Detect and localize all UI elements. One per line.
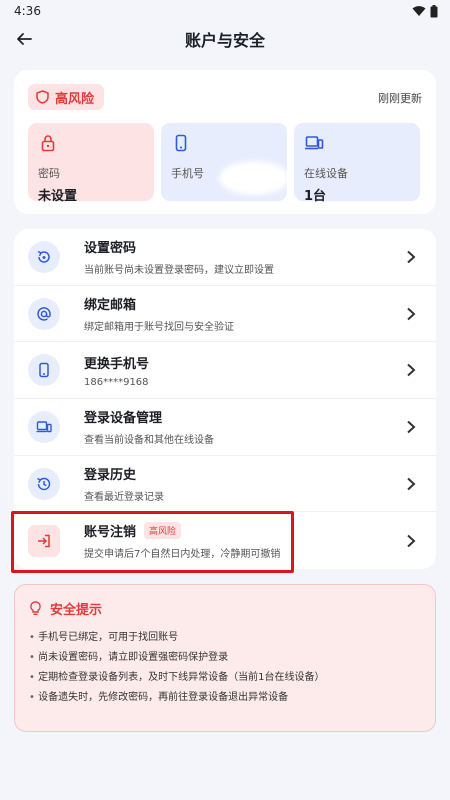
at-sign-icon <box>28 297 60 330</box>
wifi-icon <box>412 6 426 16</box>
menu-item-subtitle: 绑定邮箱用于账号找回与安全验证 <box>84 322 234 334</box>
history-icon <box>28 467 60 500</box>
tip-item: 尚未设置密码，请立即设置强密码保护登录 <box>29 648 421 668</box>
menu-item-subtitle: 查看当前设备和其他在线设备 <box>84 435 214 447</box>
risk-level-badge: 高风险 <box>28 84 105 110</box>
tip-item: 手机号已绑定，可用于找回账号 <box>29 628 421 648</box>
arrow-left-icon <box>17 33 32 45</box>
page-title: 账户与安全 <box>184 31 265 50</box>
menu-item-login-devices[interactable]: 登录设备管理 查看当前设备和其他在线设备 <box>14 399 436 456</box>
menu-item-delete-account[interactable]: 账号注销 高风险 提交申请后7个自然日内处理，冷静期可撤销 <box>14 512 436 569</box>
chevron-right-icon <box>407 477 416 490</box>
phone-icon <box>28 354 60 387</box>
status-time: 4:36 <box>14 4 41 18</box>
lock-icon <box>41 135 55 152</box>
logout-icon <box>28 524 60 557</box>
security-tips-card: 安全提示 手机号已绑定，可用于找回账号 尚未设置密码，请立即设置强密码保护登录 … <box>14 584 436 732</box>
tips-title: 安全提示 <box>50 603 103 618</box>
devices-icon <box>28 410 60 443</box>
chevron-right-icon <box>407 420 416 434</box>
password-reset-icon <box>28 240 60 273</box>
menu-item-title: 账号注销 <box>84 525 137 541</box>
menu-item-title: 设置密码 <box>84 241 137 257</box>
menu-item-subtitle: 提交申请后7个自然日内处理，冷静期可撤销 <box>84 549 281 561</box>
menu-item-set-password[interactable]: 设置密码 当前账号尚未设置登录密码，建议立即设置 <box>14 229 436 286</box>
menu-item-change-phone[interactable]: 更换手机号 186****9168 <box>14 342 436 400</box>
redaction-blur <box>219 161 289 195</box>
menu-item-bind-email[interactable]: 绑定邮箱 绑定邮箱用于账号找回与安全验证 <box>14 286 436 343</box>
phone-icon <box>175 134 187 152</box>
tile-value: 未设置 <box>38 189 78 204</box>
menu-item-title: 更换手机号 <box>84 356 150 372</box>
tile-value: 1台 <box>304 189 327 204</box>
devices-status-tile[interactable]: 在线设备 1台 <box>294 123 420 204</box>
security-menu-list: 设置密码 当前账号尚未设置登录密码，建议立即设置 绑定邮箱 绑定邮箱用于账号找回… <box>14 229 436 569</box>
chevron-right-icon <box>407 363 416 377</box>
password-status-tile[interactable]: 密码 未设置 <box>28 123 154 204</box>
refresh-status: 刚刚更新 <box>378 92 422 105</box>
menu-item-login-history[interactable]: 登录历史 查看最近登录记录 <box>14 456 436 513</box>
lightbulb-icon <box>30 601 41 616</box>
tip-item: 定期检查登录设备列表，及时下线异常设备（当前1台在线设备） <box>29 668 421 688</box>
tip-item: 设备遗失时，先修改密码，再前往登录设备退出异常设备 <box>29 688 421 708</box>
status-bar: 4:36 <box>0 0 450 22</box>
status-tiles: 密码 未设置 手机号 在线设备 1台 <box>28 123 420 204</box>
app-bar: 账户与安全 <box>0 22 450 56</box>
phone-status-tile[interactable]: 手机号 <box>161 123 289 201</box>
menu-item-subtitle: 查看最近登录记录 <box>84 492 164 504</box>
menu-item-title: 绑定邮箱 <box>84 298 137 314</box>
menu-item-title: 登录历史 <box>84 468 137 484</box>
security-overview-card: 高风险 刚刚更新 密码 未设置 手机号 在线设备 1台 <box>14 70 436 214</box>
battery-icon <box>430 4 438 17</box>
tips-list: 手机号已绑定，可用于找回账号 尚未设置密码，请立即设置强密码保护登录 定期检查登… <box>29 628 421 708</box>
menu-item-subtitle: 186****9168 <box>84 376 149 388</box>
chevron-right-icon <box>407 250 416 264</box>
menu-item-subtitle: 当前账号尚未设置登录密码，建议立即设置 <box>84 265 274 277</box>
chevron-right-icon <box>407 534 416 548</box>
shield-icon <box>36 90 49 104</box>
devices-icon <box>305 136 324 150</box>
risk-badge: 高风险 <box>144 522 182 540</box>
back-button[interactable] <box>10 25 38 53</box>
menu-item-title: 登录设备管理 <box>84 411 163 427</box>
tile-label: 在线设备 <box>304 167 348 180</box>
risk-level-label: 高风险 <box>55 91 95 107</box>
tile-label: 密码 <box>38 167 60 180</box>
chevron-right-icon <box>407 307 416 320</box>
